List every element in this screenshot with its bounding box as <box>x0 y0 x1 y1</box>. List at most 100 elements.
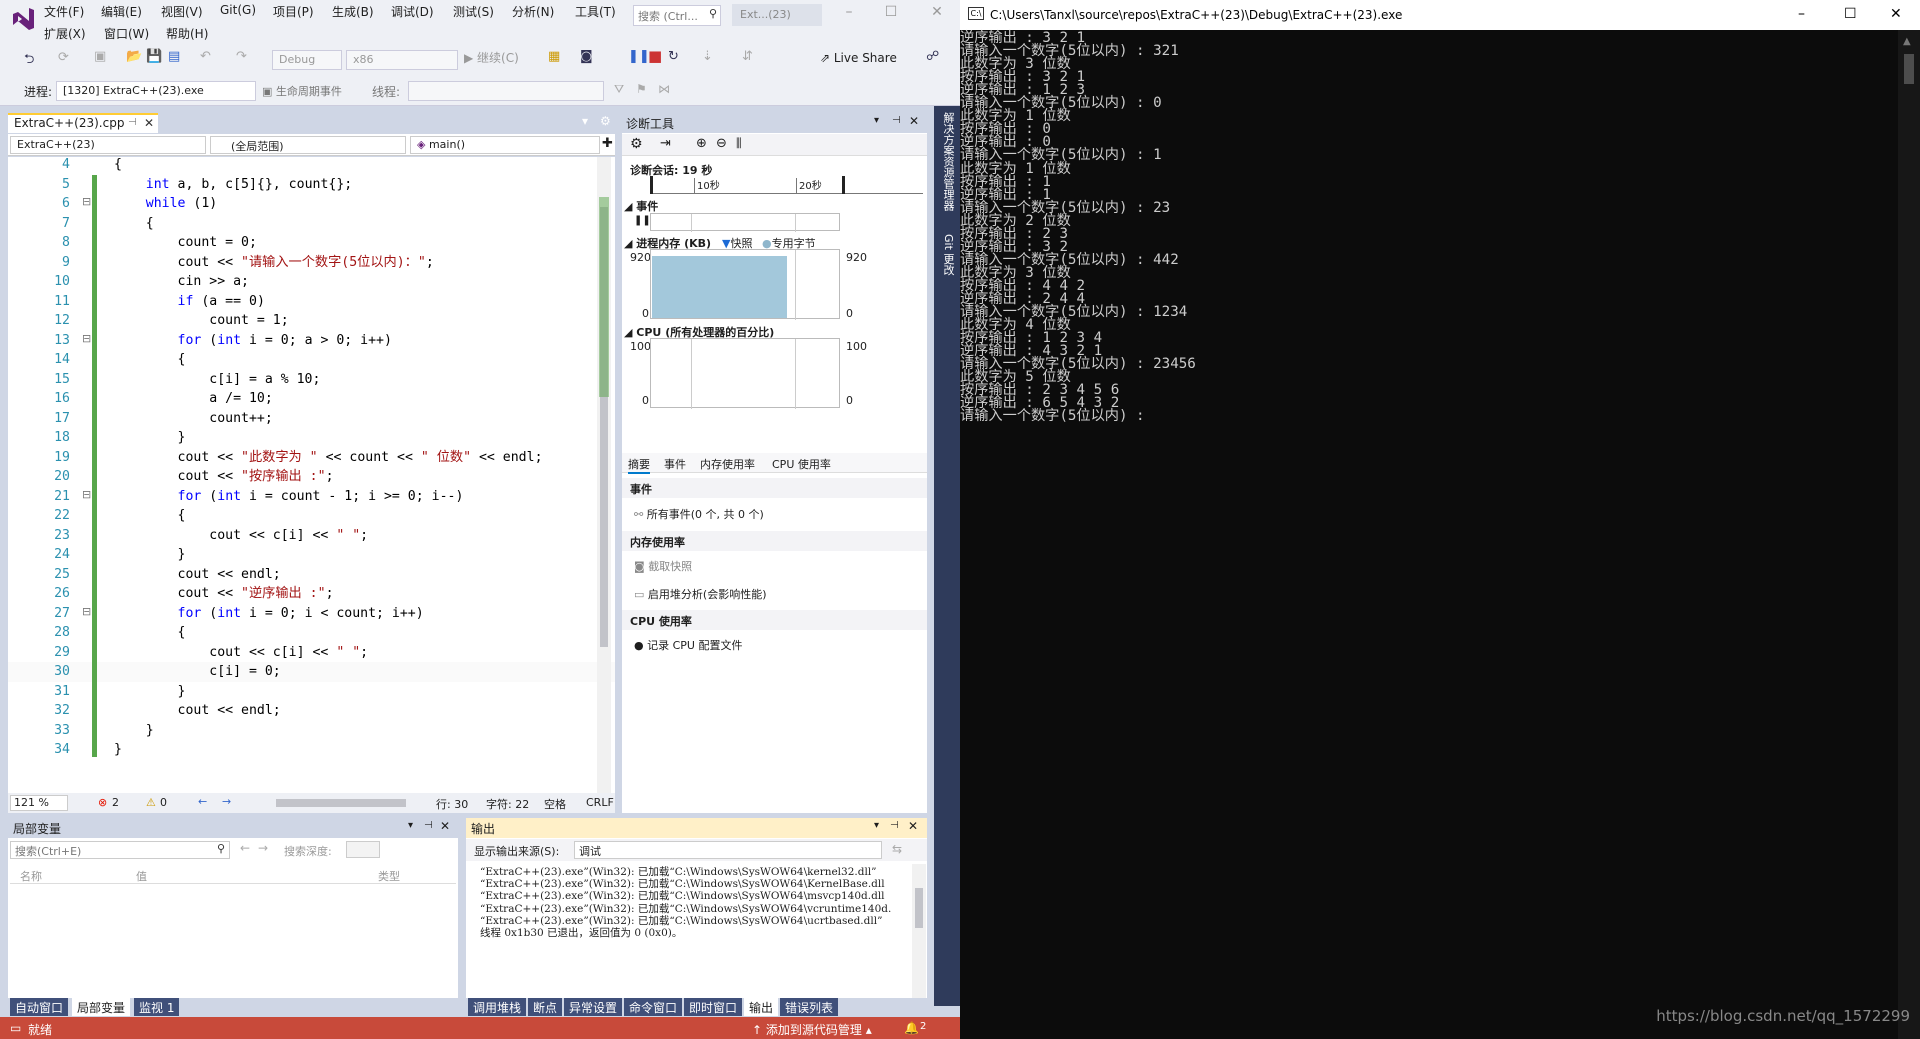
code-text[interactable]: { <box>114 214 154 234</box>
tab-summary[interactable]: 摘要 <box>628 456 650 474</box>
step-over-icon[interactable]: ⇵ <box>742 49 753 64</box>
restart-icon[interactable]: ↻ <box>668 49 679 64</box>
panel-menu-icon[interactable]: ▾ <box>874 115 879 126</box>
code-text[interactable]: } <box>114 740 122 760</box>
split-add-icon[interactable]: ✚ <box>602 136 613 151</box>
lifecycle-events-button[interactable]: ▣ 生命周期事件 <box>262 83 342 99</box>
nav-forward-icon[interactable]: → <box>222 795 231 808</box>
code-line[interactable]: 11 if (a == 0) <box>8 292 615 312</box>
menu-window[interactable]: 窗口(W) <box>104 25 149 42</box>
stop-icon[interactable]: ■ <box>648 47 662 65</box>
locals-close-icon[interactable]: ✕ <box>440 819 450 833</box>
events-section-label[interactable]: ◢ 事件 <box>624 198 658 214</box>
tab-autos[interactable]: 自动窗口 <box>10 998 69 1016</box>
panel-pin-icon[interactable]: ⊣ <box>892 115 901 126</box>
code-line[interactable]: 29 cout << c[i] << " "; <box>8 643 615 663</box>
expand-icon[interactable]: ⋈ <box>658 82 670 96</box>
menu-build[interactable]: 生成(B) <box>332 3 374 20</box>
editor-tab[interactable]: ExtraC++(23).cpp ⊣ ✕ <box>8 113 158 133</box>
menu-edit[interactable]: 编辑(E) <box>101 3 142 20</box>
scope-dropdown[interactable]: (全局范围) <box>210 136 406 154</box>
code-editor[interactable]: 4{5 int a, b, c[5]{}, count{}; 6 while (1… <box>8 157 615 793</box>
minimize-button[interactable]: – <box>838 4 860 26</box>
code-text[interactable]: { <box>114 350 186 370</box>
process-select[interactable]: [1320] ExtraC++(23).exe <box>56 81 256 101</box>
code-text[interactable]: cout << c[i] << " "; <box>114 526 368 546</box>
code-line[interactable]: 23 cout << c[i] << " "; <box>8 526 615 546</box>
console-scroll-thumb[interactable] <box>1904 54 1914 84</box>
code-text[interactable]: cout << "按序输出 :"; <box>114 467 334 487</box>
code-text[interactable]: cout << "请输入一个数字(5位以内)："; <box>114 253 434 273</box>
tab-exception-settings[interactable]: 异常设置 <box>564 998 623 1016</box>
output-text[interactable]: “ExtraC++(23).exe”(Win32): 已加载“C:\Window… <box>466 864 911 1004</box>
clear-output-icon[interactable]: ⇆ <box>892 842 902 856</box>
all-events-link[interactable]: ⚯ 所有事件(0 个, 共 0 个) <box>634 506 764 522</box>
record-cpu-button[interactable]: ● 记录 CPU 配置文件 <box>634 637 742 653</box>
col-type[interactable]: 类型 <box>378 868 400 884</box>
forward-icon[interactable]: ⟳ <box>58 50 69 65</box>
redo-icon[interactable]: ↷ <box>236 49 247 64</box>
code-text[interactable]: count = 1; <box>114 311 288 331</box>
output-pin-icon[interactable]: ⊣ <box>890 820 899 831</box>
browse-icon[interactable]: ▦ <box>548 49 560 64</box>
timeline-end-marker[interactable] <box>842 176 845 194</box>
tab-output[interactable]: 输出 <box>744 998 779 1016</box>
zoom-select[interactable]: 121 % <box>10 795 68 811</box>
fold-toggle-icon[interactable]: ⊟ <box>82 488 91 501</box>
pin-icon[interactable]: ⊣ <box>128 117 137 128</box>
save-icon[interactable]: 💾 <box>146 49 162 64</box>
platform-select[interactable]: x86 <box>346 50 458 70</box>
tab-error-list[interactable]: 错误列表 <box>780 998 839 1016</box>
code-line[interactable]: 17 count++; <box>8 409 615 429</box>
continue-button[interactable]: ▶ 继续(C) <box>464 49 519 66</box>
menu-test[interactable]: 测试(S) <box>453 3 494 20</box>
code-text[interactable]: c[i] = a % 10; <box>114 370 320 390</box>
tab-call-stack[interactable]: 调用堆栈 <box>468 998 527 1016</box>
code-text[interactable]: for (int i = count - 1; i >= 0; i--) <box>114 487 464 507</box>
thread-select[interactable] <box>408 81 604 101</box>
fold-toggle-icon[interactable]: ⊟ <box>82 195 91 208</box>
heap-profiling-button[interactable]: ▭ 启用堆分析(会影响性能) <box>634 586 767 602</box>
take-snapshot-button[interactable]: ◙ 截取快照 <box>634 558 692 574</box>
close-button[interactable]: ✕ <box>926 4 948 26</box>
console-close-button[interactable]: ✕ <box>1890 6 1902 22</box>
code-text[interactable]: } <box>114 428 186 448</box>
code-line[interactable]: 19 cout << "此数字为 " << count << " 位数" << … <box>8 448 615 468</box>
code-line[interactable]: 30 c[i] = 0; <box>8 662 615 682</box>
code-line[interactable]: 27 for (int i = 0; i < count; i++) <box>8 604 615 624</box>
menu-help[interactable]: 帮助(H) <box>166 25 208 42</box>
code-text[interactable]: cout << "逆序输出 :"; <box>114 584 334 604</box>
screenshot-icon[interactable]: ◙ <box>580 49 593 64</box>
search-depth-select[interactable] <box>346 841 380 858</box>
code-text[interactable]: while (1) <box>114 194 217 214</box>
code-line[interactable]: 12 count = 1; <box>8 311 615 331</box>
search-input[interactable]: 搜索 (Ctrl... ⚲ <box>633 5 721 26</box>
output-scrollbar[interactable] <box>912 864 926 1004</box>
code-text[interactable]: } <box>114 721 154 741</box>
locals-menu-icon[interactable]: ▾ <box>408 820 413 831</box>
tab-memory-usage[interactable]: 内存使用率 <box>700 456 755 472</box>
menu-extensions[interactable]: 扩展(X) <box>44 25 86 42</box>
code-text[interactable]: for (int i = 0; i < count; i++) <box>114 604 424 624</box>
code-line[interactable]: 33 } <box>8 721 615 741</box>
code-text[interactable]: cout << endl; <box>114 565 281 585</box>
code-line[interactable]: 8 count = 0; <box>8 233 615 253</box>
code-line[interactable]: 7 { <box>8 214 615 234</box>
code-text[interactable]: cout << c[i] << " "; <box>114 643 368 663</box>
feedback-icon[interactable]: ☍ <box>926 49 939 64</box>
back-icon[interactable]: ⮌ <box>24 50 34 72</box>
menu-view[interactable]: 视图(V) <box>161 3 203 20</box>
editor-settings-icon[interactable]: ⚙ <box>600 114 611 128</box>
close-tab-icon[interactable]: ✕ <box>144 116 154 130</box>
fold-toggle-icon[interactable]: ⊟ <box>82 605 91 618</box>
code-line[interactable]: 24 } <box>8 545 615 565</box>
code-line[interactable]: 28 { <box>8 623 615 643</box>
locals-back-icon[interactable]: ← <box>240 841 250 855</box>
code-line[interactable]: 4{ <box>8 157 615 175</box>
menu-debug[interactable]: 调试(D) <box>391 3 434 20</box>
output-menu-icon[interactable]: ▾ <box>874 820 879 831</box>
new-project-icon[interactable]: ▣ <box>94 49 106 64</box>
code-line[interactable]: 20 cout << "按序输出 :"; <box>8 467 615 487</box>
zoom-in-icon[interactable]: ⊕ <box>696 136 707 151</box>
error-icon[interactable]: ⊗ <box>98 796 107 809</box>
